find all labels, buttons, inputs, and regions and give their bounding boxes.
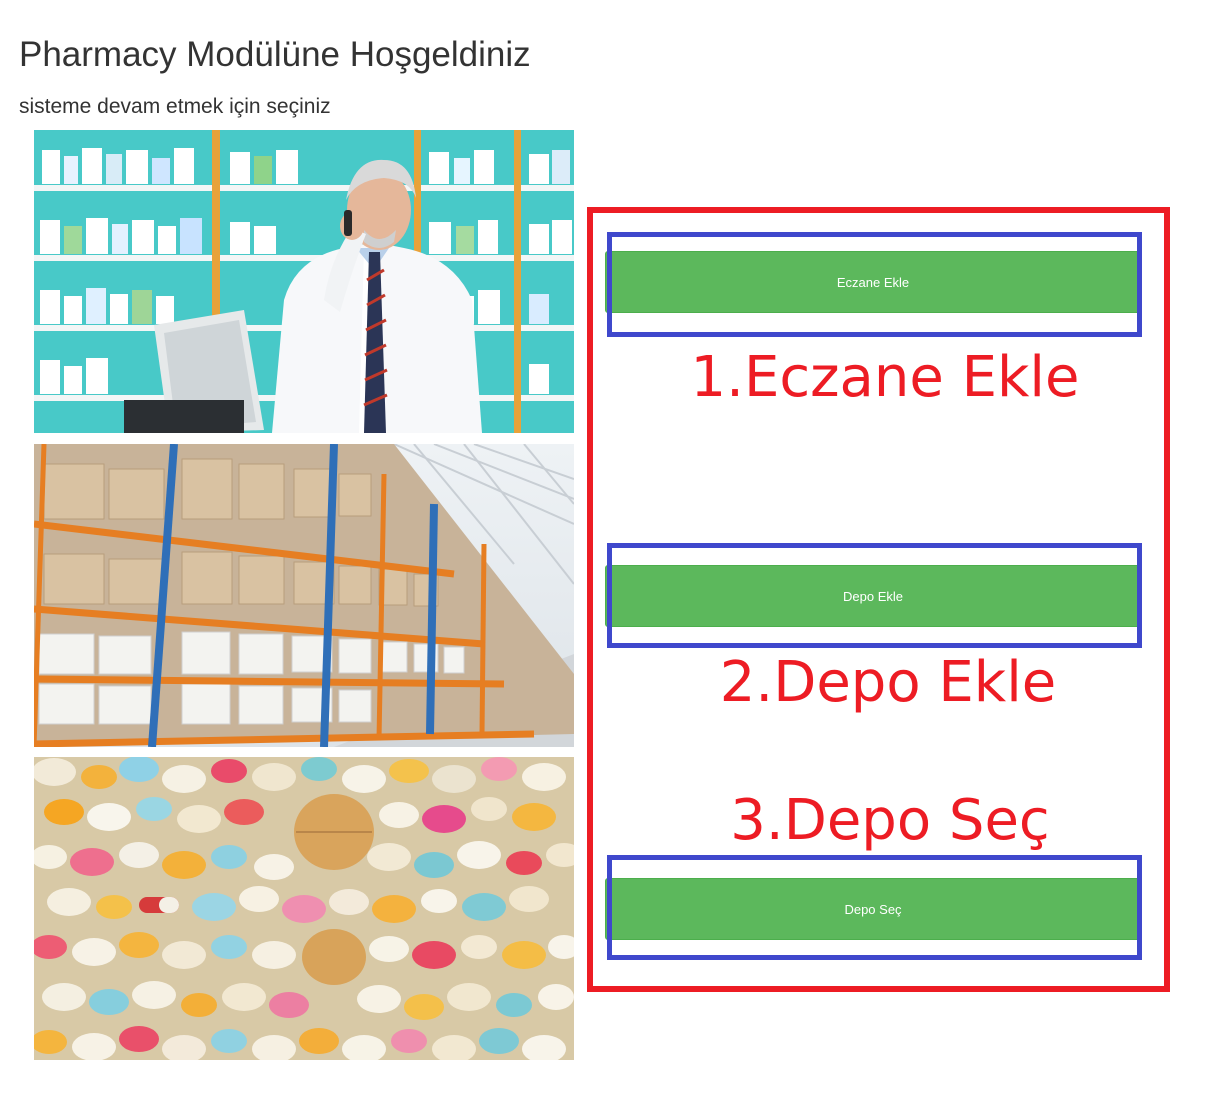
page: Pharmacy Modülüne Hoşgeldiniz sisteme de… — [0, 0, 1225, 1108]
annotation-blue-frame — [607, 855, 1142, 960]
annotation-step-2: 2.Depo Ekle — [719, 650, 1057, 715]
page-title: Pharmacy Modülüne Hoşgeldiniz — [19, 35, 531, 74]
annotation-blue-frame — [607, 543, 1142, 648]
pills-photo — [34, 757, 574, 1060]
warehouse-photo — [34, 444, 574, 747]
annotation-step-3: 3.Depo Seç — [730, 788, 1050, 853]
page-subtitle: sisteme devam etmek için seçiniz — [19, 95, 331, 118]
annotation-blue-frame — [607, 232, 1142, 337]
annotation-step-1: 1.Eczane Ekle — [690, 345, 1080, 410]
pharmacist-photo — [34, 130, 574, 433]
